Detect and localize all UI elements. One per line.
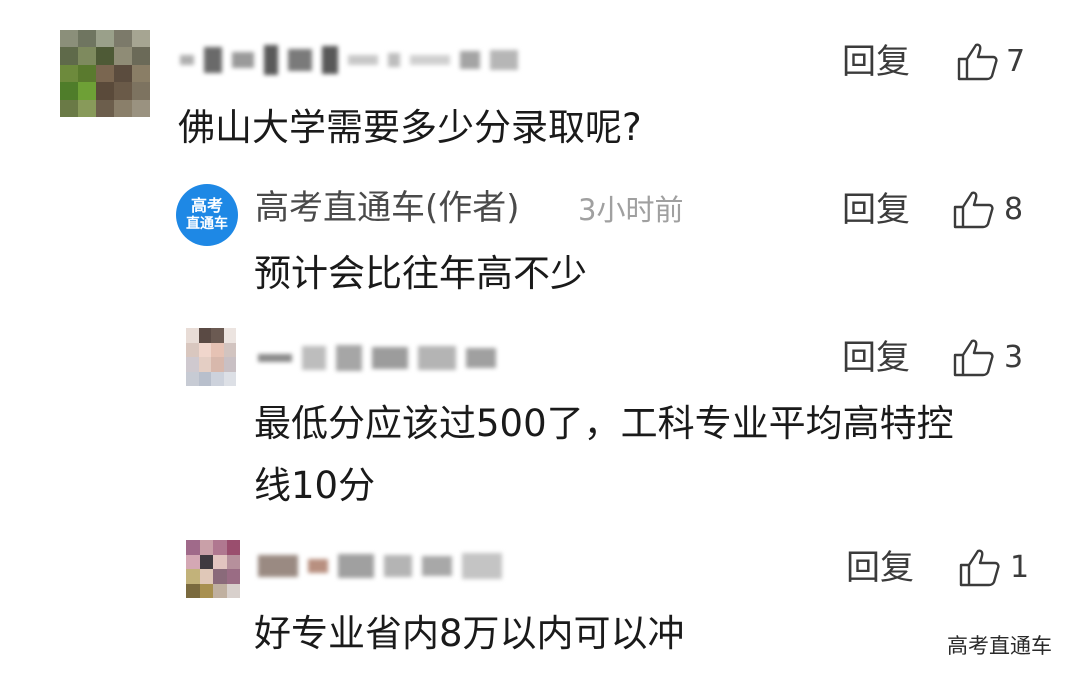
like-count: 7 (1006, 44, 1026, 79)
avatar[interactable] (60, 30, 150, 117)
thumbs-up-icon[interactable] (952, 190, 996, 230)
like-count: 1 (1010, 550, 1030, 585)
watermark: 高考直通车 (947, 634, 1052, 658)
comment-text: 佛山大学需要多少分录取呢? (178, 106, 642, 149)
like-count: 8 (1004, 192, 1024, 227)
comment-text: 预计会比往年高不少 (254, 252, 587, 295)
user-name[interactable] (180, 40, 518, 80)
avatar[interactable] (186, 540, 240, 598)
thumbs-up-icon[interactable] (952, 338, 996, 378)
reply-button[interactable]: 回复 (846, 548, 914, 588)
reply-button[interactable]: 回复 (842, 190, 910, 230)
comment-text: 好专业省内8万以内可以冲 (254, 612, 685, 655)
author-name[interactable]: 高考直通车(作者) (255, 188, 520, 228)
comment-text: 线10分 (254, 464, 376, 507)
reply-button[interactable]: 回复 (842, 42, 910, 82)
avatar-text: 高考 (190, 196, 223, 215)
thumbs-up-icon[interactable] (958, 548, 1002, 588)
author-avatar[interactable]: 高考 直通车 (176, 184, 238, 246)
reply-button[interactable]: 回复 (842, 338, 910, 378)
like-count: 3 (1004, 340, 1024, 375)
timestamp: 3小时前 (578, 193, 684, 227)
thumbs-up-icon[interactable] (956, 42, 1000, 82)
user-name[interactable] (258, 338, 496, 378)
avatar[interactable] (186, 328, 236, 386)
user-name[interactable] (258, 546, 502, 586)
comment-text: 最低分应该过500了，工科专业平均高特控 (254, 402, 954, 445)
avatar-text: 直通车 (186, 216, 228, 232)
